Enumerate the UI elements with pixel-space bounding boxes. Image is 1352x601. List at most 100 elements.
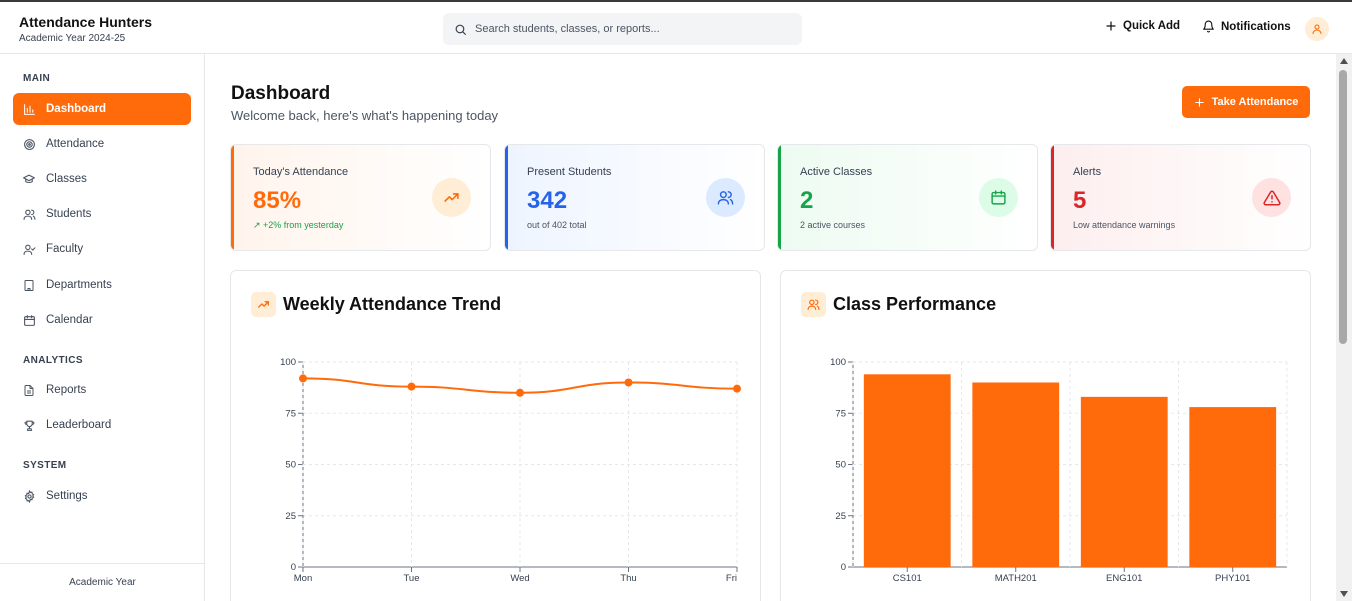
sidebar-section-main: MAIN <box>23 73 51 84</box>
sidebar-item-calendar[interactable]: Calendar <box>13 304 191 336</box>
stat-label: Today's Attendance <box>253 166 349 178</box>
sidebar-item-students[interactable]: Students <box>13 198 191 230</box>
bar <box>863 374 951 567</box>
data-point <box>733 384 741 393</box>
y-tick-label: 100 <box>280 357 296 368</box>
y-tick-label: 50 <box>285 460 296 471</box>
file-icon <box>22 383 36 397</box>
y-tick-label: 75 <box>285 408 296 419</box>
weekly-trend-card: Weekly Attendance Trend 0 25 50 75 100 Mon Tue… <box>230 270 761 601</box>
line-chart: 0 25 50 75 100 Mon Tue Wed Thu Fri <box>280 357 741 584</box>
take-attendance-button[interactable]: Take Attendance <box>1182 86 1310 118</box>
bar <box>972 382 1060 567</box>
stat-note: Low attendance warnings <box>1073 220 1176 230</box>
sidebar-item-label: Calendar <box>46 314 93 326</box>
sidebar-section-analytics: ANALYTICS <box>23 355 83 366</box>
building-icon <box>22 278 36 292</box>
trophy-icon <box>22 418 36 432</box>
plus-icon <box>1106 21 1116 31</box>
data-point <box>407 382 416 391</box>
y-tick-label: 0 <box>291 562 296 573</box>
sidebar-footer: Academic Year <box>0 563 205 601</box>
graduation-cap-icon <box>22 172 36 186</box>
sidebar-item-label: Reports <box>46 384 87 396</box>
stat-value: 342 <box>527 187 568 214</box>
stat-label: Active Classes <box>800 166 873 178</box>
alert-triangle-icon <box>1252 178 1291 217</box>
sidebar-item-faculty[interactable]: Faculty <box>13 233 191 265</box>
user-check-icon <box>22 242 36 256</box>
users-icon <box>22 207 36 221</box>
quick-add-button[interactable]: Quick Add <box>1105 20 1180 32</box>
target-icon <box>22 137 36 151</box>
data-point <box>516 388 524 397</box>
page-title: Dashboard <box>231 83 331 104</box>
stat-card-present: Present Students 342 out of 402 total <box>504 144 765 251</box>
user-icon <box>1312 24 1322 35</box>
sidebar: MAIN Dashboard Attendance Classes Studen… <box>0 54 205 601</box>
top-bar: Attendance Hunters Academic Year 2024-25… <box>0 0 1352 54</box>
class-performance-card: Class Performance 0 25 50 75 100 CS101 MATH201… <box>780 270 1311 601</box>
search-input[interactable] <box>475 23 775 35</box>
sidebar-item-departments[interactable]: Departments <box>13 269 191 301</box>
sidebar-item-settings[interactable]: Settings <box>13 480 191 512</box>
x-tick-label: Tue <box>403 573 419 584</box>
y-tick-label: 25 <box>285 511 296 522</box>
notifications-label: Notifications <box>1221 20 1291 33</box>
stat-value: 5 <box>1073 187 1087 214</box>
sidebar-item-attendance[interactable]: Attendance <box>13 128 191 160</box>
stat-value: 2 <box>800 187 814 214</box>
quick-add-label: Quick Add <box>1123 20 1181 32</box>
stat-value: 85% <box>253 187 302 214</box>
bar <box>1189 407 1277 567</box>
stat-note: out of 402 total <box>527 220 587 230</box>
x-tick-label: PHY101 <box>1215 573 1250 584</box>
sidebar-item-label: Classes <box>46 173 87 185</box>
stat-note: 2 active courses <box>800 220 866 230</box>
scroll-up-icon[interactable] <box>1340 58 1348 64</box>
x-tick-label: ENG101 <box>1106 573 1142 584</box>
stat-card-attendance: Today's Attendance 85% ↗ +2% from yester… <box>230 144 491 251</box>
data-point <box>624 378 633 387</box>
bell-icon <box>1203 20 1214 33</box>
scrollbar[interactable] <box>1336 54 1352 601</box>
x-tick-label: Wed <box>510 573 529 584</box>
x-tick-label: CS101 <box>893 573 922 584</box>
bar-chart-icon <box>22 102 36 116</box>
app-title: Attendance Hunters <box>19 14 153 30</box>
sidebar-section-system: SYSTEM <box>23 460 67 471</box>
scrollbar-thumb[interactable] <box>1339 70 1347 344</box>
data-point <box>299 374 307 383</box>
y-tick-label: 0 <box>841 562 846 573</box>
sidebar-item-label: Departments <box>46 279 112 291</box>
sidebar-item-label: Students <box>46 208 92 220</box>
notifications-button[interactable]: Notifications <box>1202 20 1291 33</box>
x-tick-label: Fri <box>726 573 737 584</box>
y-tick-label: 75 <box>835 408 846 419</box>
x-tick-label: MATH201 <box>995 573 1037 584</box>
sidebar-item-classes[interactable]: Classes <box>13 163 191 195</box>
search-bar[interactable] <box>443 13 802 45</box>
take-attendance-label: Take Attendance <box>1211 96 1299 108</box>
sidebar-item-label: Settings <box>46 490 88 502</box>
sidebar-item-label: Dashboard <box>46 103 107 115</box>
sidebar-item-label: Leaderboard <box>46 419 112 431</box>
plus-icon <box>1194 97 1204 107</box>
sidebar-item-dashboard[interactable]: Dashboard <box>13 93 191 125</box>
main-content: Dashboard Welcome back, here's what's ha… <box>206 54 1336 601</box>
stat-label: Present Students <box>527 166 612 178</box>
bar-chart: 0 25 50 75 100 CS101 MATH201 ENG101 PHY101 <box>830 357 1288 584</box>
scroll-down-icon[interactable] <box>1340 591 1348 597</box>
x-tick-label: Thu <box>620 573 636 584</box>
stat-note: ↗ +2% from yesterday <box>253 220 344 230</box>
users-icon <box>706 178 745 217</box>
sidebar-item-leaderboard[interactable]: Leaderboard <box>13 409 191 441</box>
sidebar-item-label: Attendance <box>46 138 105 150</box>
stat-card-classes: Active Classes 2 2 active courses <box>777 144 1038 251</box>
sidebar-item-label: Faculty <box>46 243 84 255</box>
y-tick-label: 25 <box>835 511 846 522</box>
sidebar-item-reports[interactable]: Reports <box>13 374 191 406</box>
avatar[interactable] <box>1305 17 1329 41</box>
calendar-icon <box>22 313 36 327</box>
bar <box>1080 396 1168 567</box>
